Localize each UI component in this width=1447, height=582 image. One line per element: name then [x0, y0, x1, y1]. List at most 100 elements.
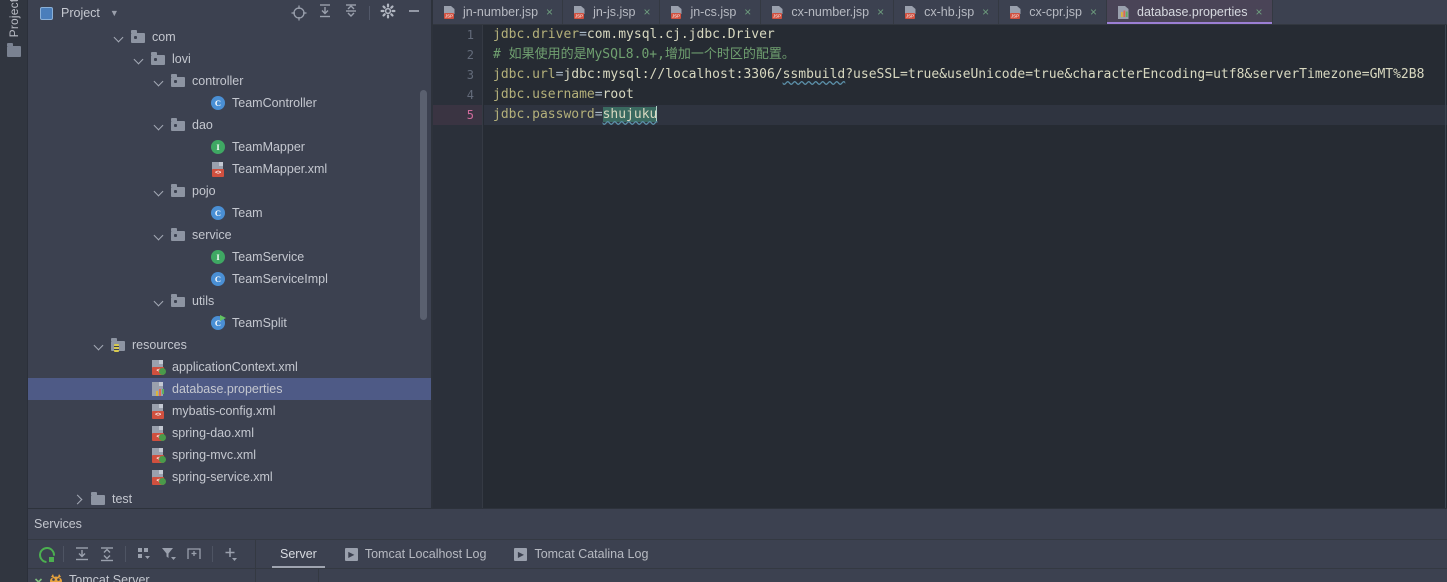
editor-tab-cx-cpr-jsp[interactable]: JSP cx-cpr.jsp ×: [999, 0, 1107, 24]
tree-row-resources[interactable]: resources: [28, 334, 432, 356]
close-icon[interactable]: ×: [1090, 5, 1097, 19]
tree-row-teammapper[interactable]: I TeamMapper: [28, 136, 432, 158]
tree-row-teamservice[interactable]: I TeamService: [28, 246, 432, 268]
close-icon[interactable]: ×: [982, 5, 989, 19]
editor-tab-jn-number-jsp[interactable]: JSP jn-number.jsp ×: [433, 0, 564, 24]
close-icon[interactable]: ×: [744, 5, 751, 19]
tree-row-label: service: [192, 228, 232, 242]
xml-file-icon: <>: [210, 161, 226, 177]
close-icon[interactable]: ×: [546, 5, 553, 19]
tree-row-test[interactable]: test: [28, 488, 432, 508]
services-tab-tomcat-catalina-log[interactable]: ▶ Tomcat Catalina Log: [500, 540, 662, 568]
editor-code-area[interactable]: jdbc.driver=com.mysql.cj.jdbc.Driver # 如…: [484, 25, 1447, 508]
chevron-down-icon[interactable]: [134, 54, 145, 65]
tree-row-label: dao: [192, 118, 213, 132]
java-interface-icon: I: [211, 250, 225, 264]
tree-row-spring-dao-xml[interactable]: < spring-dao.xml: [28, 422, 432, 444]
tree-row-mybatis-config-xml[interactable]: <> mybatis-config.xml: [28, 400, 432, 422]
project-tree[interactable]: com lovi controller C TeamController dao I Team…: [28, 26, 432, 508]
services-tree-row-tomcat[interactable]: Tomcat Server: [28, 569, 255, 582]
services-tab-server[interactable]: Server: [266, 540, 331, 568]
chevron-down-icon[interactable]: [28, 575, 48, 582]
tree-row-database-properties[interactable]: database.properties: [28, 378, 432, 400]
tree-row-teamcontroller[interactable]: C TeamController: [28, 92, 432, 114]
filter-icon[interactable]: [158, 543, 180, 565]
editor-tab-label: jn-js.jsp: [593, 5, 636, 19]
editor-tab-cx-number-jsp[interactable]: JSP cx-number.jsp ×: [761, 0, 895, 24]
tree-row-spring-mvc-xml[interactable]: < spring-mvc.xml: [28, 444, 432, 466]
tree-row-teamsplit[interactable]: C TeamSplit: [28, 312, 432, 334]
services-tool-window: Services Tomcat Server Server ▶ Tomcat L…: [28, 508, 1447, 582]
code-equals: =: [594, 87, 603, 102]
jsp-file-icon: JSP: [1008, 5, 1023, 20]
locate-icon[interactable]: [291, 5, 307, 21]
rerun-icon[interactable]: [36, 544, 56, 564]
code-line-4: jdbc.username=root: [484, 85, 1447, 105]
tree-row-team[interactable]: C Team: [28, 202, 432, 224]
editor-tab-cx-hb-jsp[interactable]: JSP cx-hb.jsp ×: [894, 0, 1000, 24]
spring-xml-file-icon: <: [150, 425, 166, 441]
services-tree[interactable]: Tomcat Server: [28, 568, 255, 582]
code-value-driver: com.mysql.cj.jdbc.Driver: [586, 27, 775, 42]
tree-row-pojo[interactable]: pojo: [28, 180, 432, 202]
editor-tab-jn-js-jsp[interactable]: JSP jn-js.jsp ×: [563, 0, 661, 24]
code-line-2: # 如果使用的是MySQL8.0+,增加一个时区的配置。: [484, 45, 1447, 65]
chevron-down-icon[interactable]: [154, 120, 165, 131]
tree-row-service[interactable]: service: [28, 224, 432, 246]
tree-row-controller[interactable]: controller: [28, 70, 432, 92]
tree-row-utils[interactable]: utils: [28, 290, 432, 312]
editor-tab-database-properties[interactable]: database.properties ×: [1107, 0, 1273, 24]
group-by-icon[interactable]: [133, 543, 155, 565]
chevron-down-icon[interactable]: [154, 296, 165, 307]
settings-gear-icon[interactable]: [380, 3, 396, 24]
editor-tab-jn-cs-jsp[interactable]: JSP jn-cs.jsp ×: [660, 0, 762, 24]
services-toolbar[interactable]: [28, 540, 255, 568]
line-number-2: 2: [466, 48, 474, 62]
editor-tab-bar[interactable]: JSP jn-number.jsp × JSP jn-js.jsp × JSP jn-cs.j…: [433, 0, 1447, 25]
tree-row-teamserviceimpl[interactable]: C TeamServiceImpl: [28, 268, 432, 290]
properties-file-icon: [1116, 5, 1131, 20]
chevron-down-icon[interactable]: [154, 230, 165, 241]
folder-icon: [170, 293, 186, 309]
tree-row-spring-service-xml[interactable]: < spring-service.xml: [28, 466, 432, 488]
tree-row-dao[interactable]: dao: [28, 114, 432, 136]
close-icon[interactable]: ×: [643, 5, 650, 19]
collapse-all-icon[interactable]: [343, 3, 359, 24]
line-number-1: 1: [466, 28, 474, 42]
svg-text:JSP: JSP: [672, 13, 680, 18]
add-service-icon[interactable]: [220, 543, 242, 565]
project-view-icon: [40, 6, 53, 20]
collapse-all-icon[interactable]: [96, 543, 118, 565]
chevron-down-icon[interactable]: [94, 340, 105, 351]
code-key-username: jdbc.username: [493, 87, 595, 102]
project-tree-scrollbar[interactable]: [420, 90, 427, 320]
tree-row-com[interactable]: com: [28, 26, 432, 48]
log-run-icon: ▶: [514, 547, 528, 561]
minimize-icon[interactable]: [406, 3, 422, 24]
services-tab-tomcat-localhost-log[interactable]: ▶ Tomcat Localhost Log: [331, 540, 501, 568]
java-interface-icon: I: [211, 140, 225, 154]
tree-row-teammapper-xml[interactable]: <> TeamMapper.xml: [28, 158, 432, 180]
svg-text:JSP: JSP: [1011, 13, 1019, 18]
tree-row-applicationcontext-xml[interactable]: < applicationContext.xml: [28, 356, 432, 378]
jsp-file-icon: JSP: [442, 5, 457, 20]
close-icon[interactable]: ×: [1256, 5, 1263, 19]
tree-row-label: TeamMapper.xml: [232, 162, 328, 176]
chevron-down-icon[interactable]: [114, 32, 125, 43]
close-icon[interactable]: ×: [877, 5, 884, 19]
chevron-down-icon[interactable]: [154, 76, 165, 87]
chevron-right-icon[interactable]: [74, 494, 85, 505]
tool-window-button-project[interactable]: Project: [0, 0, 28, 48]
chevron-down-icon[interactable]: [154, 186, 165, 197]
services-content-inner: [318, 569, 1447, 582]
tree-row-lovi[interactable]: lovi: [28, 48, 432, 70]
expand-all-icon[interactable]: [71, 543, 93, 565]
toolbar-separator: [125, 546, 126, 562]
svg-text:JSP: JSP: [906, 13, 914, 18]
chevron-down-icon[interactable]: ▼: [110, 8, 119, 18]
services-left-pane: Tomcat Server: [28, 540, 256, 582]
expand-all-icon[interactable]: [317, 3, 333, 24]
add-tab-icon[interactable]: [183, 543, 205, 565]
jsp-file-icon: JSP: [770, 5, 785, 20]
services-tab-bar[interactable]: Server ▶ Tomcat Localhost Log ▶ Tomcat Catal…: [256, 540, 1447, 568]
